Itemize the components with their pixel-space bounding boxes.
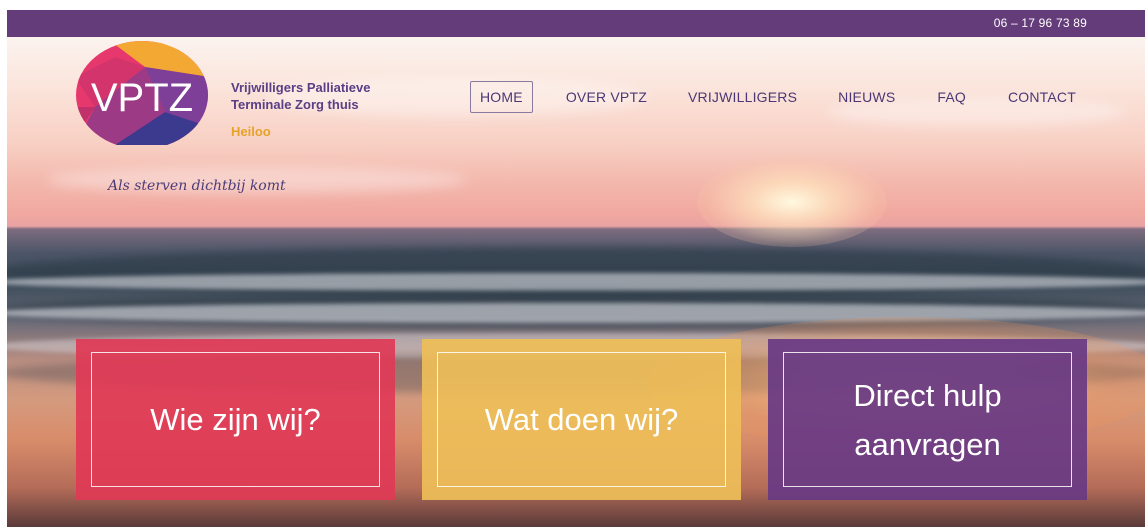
card-label: Wat doen wij? xyxy=(484,402,679,437)
card-wie-zijn-wij[interactable]: Wie zijn wij? xyxy=(76,339,395,500)
logo-subtitle: Vrijwilligers Palliatieve Terminale Zorg… xyxy=(231,79,370,113)
card-frame: Direct hulp aanvragen xyxy=(783,352,1072,487)
card-frame: Wat doen wij? xyxy=(437,352,726,487)
main-navigation: HOME OVER VPTZ VRIJWILLIGERS NIEUWS FAQ … xyxy=(470,80,1085,113)
card-direct-hulp-aanvragen[interactable]: Direct hulp aanvragen xyxy=(768,339,1087,500)
page: 06 – 17 96 73 89 VPTZ Vrijwilligers Pall… xyxy=(0,0,1145,527)
nav-item-nieuws[interactable]: NIEUWS xyxy=(829,82,904,112)
nav-item-over-vptz[interactable]: OVER VPTZ xyxy=(557,82,656,112)
card-wat-doen-wij[interactable]: Wat doen wij? xyxy=(422,339,741,500)
logo-line-2: Terminale Zorg thuis xyxy=(231,97,359,112)
nav-item-home[interactable]: HOME xyxy=(470,80,533,113)
logo-mark: VPTZ xyxy=(91,76,193,120)
logo-line-1: Vrijwilligers Palliatieve xyxy=(231,80,371,95)
card-label: Direct hulp aanvragen xyxy=(853,377,1002,462)
wave-crest xyxy=(7,273,1145,291)
sun-glow xyxy=(697,157,887,247)
nav-item-contact[interactable]: CONTACT xyxy=(999,82,1085,112)
phone-number[interactable]: 06 – 17 96 73 89 xyxy=(994,16,1087,30)
card-label: Wie zijn wij? xyxy=(150,402,321,437)
top-bar: 06 – 17 96 73 89 xyxy=(7,10,1145,37)
tagline: Als sterven dichtbij komt xyxy=(108,178,286,194)
nav-item-vrijwilligers[interactable]: VRIJWILLIGERS xyxy=(679,82,806,112)
browser-viewport: 06 – 17 96 73 89 VPTZ Vrijwilligers Pall… xyxy=(7,10,1145,527)
card-frame: Wie zijn wij? xyxy=(91,352,380,487)
nav-item-faq[interactable]: FAQ xyxy=(928,82,975,112)
vptz-logo[interactable]: VPTZ xyxy=(75,37,210,145)
logo-place: Heiloo xyxy=(231,124,271,139)
